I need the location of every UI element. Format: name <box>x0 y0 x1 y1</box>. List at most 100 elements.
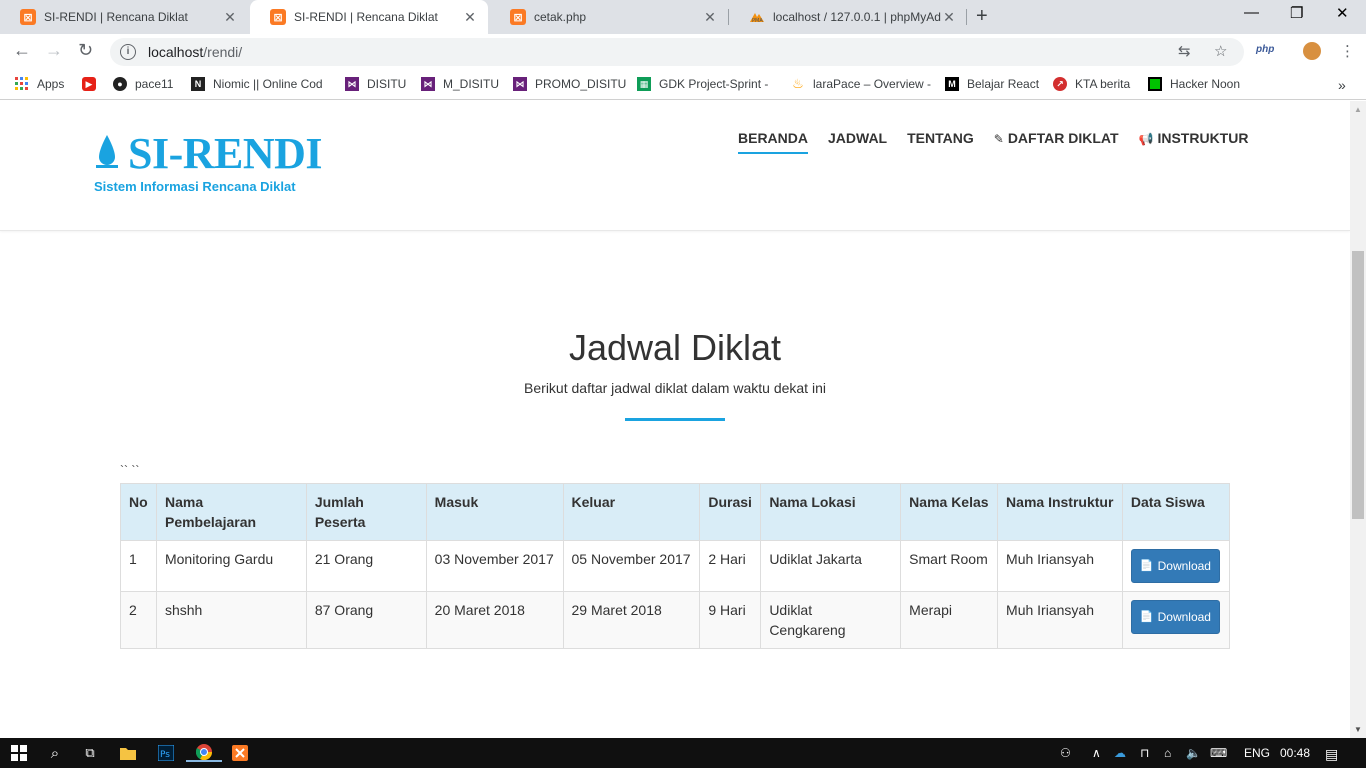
site-header: SI-RENDI Sistem Informasi Rencana Diklat… <box>0 101 1350 231</box>
nav-label: INSTRUKTUR <box>1157 130 1249 146</box>
xampp-icon: ⊠ <box>270 9 286 25</box>
tab-title: cetak.php <box>534 10 587 24</box>
url-path: /rendi/ <box>203 44 243 60</box>
file-explorer-icon[interactable] <box>119 744 137 762</box>
table-row: 2 shshh 87 Orang 20 Maret 2018 29 Maret … <box>120 591 1231 649</box>
bookmark-belajar-react[interactable]: M Belajar React <box>945 77 1039 91</box>
bookmark-gdk[interactable]: ▦ GDK Project-Sprint - <box>637 77 768 91</box>
nav-jadwal[interactable]: JADWAL <box>828 130 887 154</box>
nav-daftar-diklat[interactable]: ✎ DAFTAR DIKLAT <box>994 130 1119 154</box>
windows-start-icon[interactable] <box>10 744 28 762</box>
tab-close-icon[interactable]: ✕ <box>702 9 718 26</box>
pencil-icon: ✎ <box>993 132 1004 146</box>
column-header: Nama Lokasi <box>760 483 902 541</box>
translate-icon[interactable]: ⇆ <box>1178 42 1191 60</box>
scroll-down-icon[interactable]: ▼ <box>1354 725 1362 734</box>
photoshop-icon[interactable]: Ps <box>157 744 175 762</box>
window-close-icon[interactable]: ✕ <box>1336 4 1349 22</box>
info-icon[interactable]: i <box>120 44 136 60</box>
file-icon: 📄 <box>1139 560 1154 572</box>
browser-tab-4[interactable]: PMA localhost / 127.0.0.1 | phpMyAdmi ✕ <box>729 0 967 34</box>
table-cell: 87 Orang <box>305 591 427 649</box>
minimize-icon[interactable]: — <box>1244 4 1259 21</box>
chrome-taskbar-icon[interactable] <box>186 744 222 762</box>
browser-tab-3[interactable]: ⊠ cetak.php ✕ <box>490 0 728 34</box>
nav-instruktur[interactable]: 📢 INSTRUKTUR <box>1139 130 1249 154</box>
bookmark-larapace[interactable]: ♨ laraPace – Overview - <box>791 76 932 91</box>
bookmark-label: DISITU <box>367 77 407 91</box>
section-subtitle: Berikut daftar jadwal diklat dalam waktu… <box>524 380 826 396</box>
bookmark-hacker-noon[interactable]: Hacker Noon <box>1148 77 1240 91</box>
column-header: Masuk <box>425 483 564 541</box>
more-bookmarks-icon[interactable]: » <box>1338 77 1346 93</box>
bookmark-label: pace11 <box>135 77 174 91</box>
download-button[interactable]: 📄 Download <box>1130 600 1220 634</box>
download-button[interactable]: 📄 Download <box>1130 549 1220 583</box>
column-header: Nama Kelas <box>900 483 999 541</box>
column-header: Nama Instruktur <box>997 483 1123 541</box>
reload-icon[interactable]: ↻ <box>78 40 93 61</box>
table-cell: Udiklat Cengkareng <box>760 591 902 649</box>
menu-icon[interactable]: ⋮ <box>1340 42 1355 60</box>
download-label: Download <box>1157 559 1211 573</box>
tab-close-icon[interactable]: ✕ <box>462 9 478 26</box>
forward-icon[interactable]: → <box>45 40 63 61</box>
php-extension-icon[interactable]: php <box>1256 44 1274 55</box>
bookmark-youtube[interactable]: ▶ <box>82 77 104 91</box>
column-header: Keluar <box>562 483 701 541</box>
restore-icon[interactable]: ❐ <box>1290 4 1303 22</box>
scroll-thumb[interactable] <box>1352 251 1364 519</box>
tab-title: localhost / 127.0.0.1 | phpMyAdmi <box>773 10 941 24</box>
network-icon[interactable]: ⌂ <box>1164 746 1171 760</box>
column-header: Data Siswa <box>1121 483 1231 541</box>
address-bar[interactable]: i localhost/rendi/ <box>110 38 1244 66</box>
column-header: Durasi <box>699 483 762 541</box>
bookmark-label: laraPace – Overview - <box>813 77 932 91</box>
notifications-icon[interactable]: ▤ <box>1325 746 1338 763</box>
section-title: Jadwal Diklat <box>568 327 782 368</box>
xampp-taskbar-icon[interactable] <box>231 744 249 762</box>
people-icon[interactable]: ⚇ <box>1060 746 1071 760</box>
search-icon[interactable]: ⌕ <box>46 744 64 762</box>
back-icon[interactable]: ← <box>13 40 31 61</box>
bookmark-star-icon[interactable]: ☆ <box>1214 42 1227 60</box>
jadwal-table: No Nama Pembelajaran Jumlah Peserta Masu… <box>120 483 1231 649</box>
profile-avatar[interactable] <box>1303 42 1321 60</box>
tab-close-icon[interactable]: ✕ <box>222 9 238 26</box>
bookmark-apps[interactable]: Apps <box>15 77 64 91</box>
language-indicator[interactable]: ENG <box>1244 746 1270 760</box>
table-cell: Merapi <box>900 591 999 649</box>
nav-label: BERANDA <box>738 130 808 146</box>
bookmark-kta-berita[interactable]: ↗ KTA berita <box>1053 77 1130 91</box>
page-scrollbar[interactable]: ▲ ▼ <box>1350 101 1366 738</box>
scroll-up-icon[interactable]: ▲ <box>1354 105 1362 114</box>
logo-text: SI-RENDI <box>128 129 323 178</box>
nav-beranda[interactable]: BERANDA <box>738 130 808 154</box>
keyboard-icon[interactable]: ⌨ <box>1210 746 1227 760</box>
column-header: Jumlah Peserta <box>305 483 427 541</box>
bookmark-promo-disitu[interactable]: ⋈ PROMO_DISITU <box>513 77 626 91</box>
bookmark-github[interactable]: ● pace11 <box>113 77 173 91</box>
nav-label: TENTANG <box>907 130 974 146</box>
bookmark-m-disitu[interactable]: ⋈ M_DISITU <box>421 77 499 91</box>
tab-strip: ⊠ SI-RENDI | Rencana Diklat ✕ ⊠ SI-RENDI… <box>0 0 1366 34</box>
tab-close-icon[interactable]: ✕ <box>941 9 957 26</box>
stray-text: `` `` <box>120 463 140 477</box>
xampp-icon: ⊠ <box>510 9 526 25</box>
tray-chevron-icon[interactable]: ∧ <box>1092 746 1101 760</box>
clock[interactable]: 00:48 <box>1280 746 1310 760</box>
nav-tentang[interactable]: TENTANG <box>907 130 974 154</box>
bookmark-disitu[interactable]: ⋈ DISITU <box>345 77 406 91</box>
usb-icon[interactable]: ⊓ <box>1140 746 1149 760</box>
title-divider <box>625 418 725 421</box>
bookmark-niomic[interactable]: N Niomic || Online Cod <box>191 77 323 91</box>
kta-icon: ↗ <box>1053 77 1067 91</box>
new-tab-icon[interactable]: + <box>976 5 988 28</box>
youtube-icon: ▶ <box>82 77 96 91</box>
bookmark-label: Hacker Noon <box>1170 77 1241 91</box>
browser-tab-1[interactable]: ⊠ SI-RENDI | Rencana Diklat ✕ <box>0 0 248 34</box>
volume-icon[interactable]: 🔈 <box>1186 746 1201 760</box>
onedrive-icon[interactable]: ☁ <box>1114 746 1126 760</box>
browser-tab-2[interactable]: ⊠ SI-RENDI | Rencana Diklat ✕ <box>250 0 488 34</box>
task-view-icon[interactable]: ⧉ <box>81 744 99 762</box>
